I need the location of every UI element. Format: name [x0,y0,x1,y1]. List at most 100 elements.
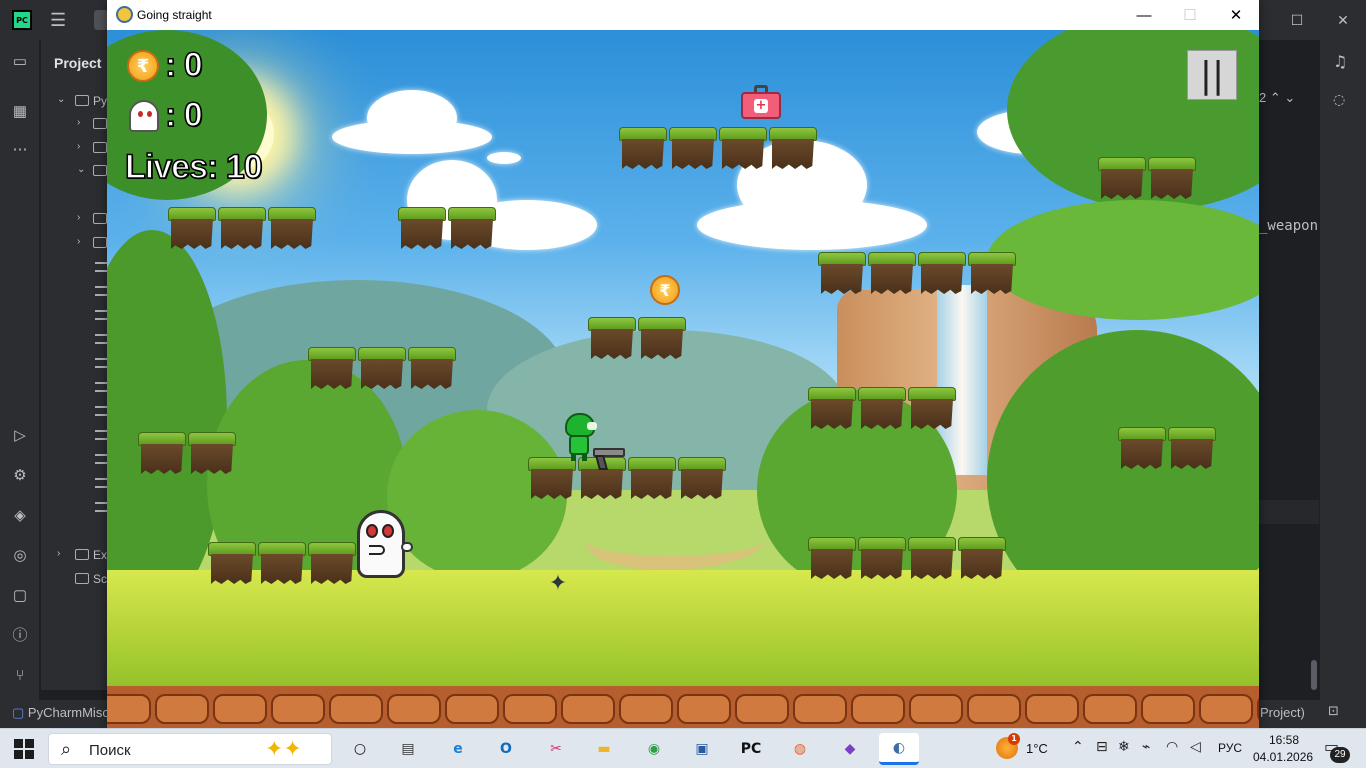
taskbar-firefox-icon[interactable]: ◍ [780,733,820,765]
start-button[interactable] [14,739,34,759]
grass-platform-block [719,127,767,169]
run-tool-icon[interactable]: ▷ [10,426,30,446]
game-close-button[interactable]: ✕ [1213,0,1259,30]
lock-icon[interactable]: ⊡ [1328,704,1339,719]
project-tree-item[interactable]: › [41,137,107,159]
python-console-icon[interactable]: ◈ [10,506,30,526]
status-interpreter[interactable]: Project) [1260,705,1305,720]
taskbar-search[interactable]: ⌕ Поиск ✦✦ [48,733,332,765]
project-tree-item[interactable] [41,376,107,398]
grass-platform-block [858,537,906,579]
terminal-icon[interactable]: ▢ [10,586,30,606]
tree-expand-chevron-icon[interactable]: › [77,141,80,152]
tree-expand-chevron-icon[interactable]: ⌄ [57,94,65,105]
file-icon [95,310,107,320]
prev-occurrence-icon[interactable]: ⌃ [1270,90,1281,105]
grass-platform-block [968,252,1016,294]
tree-expand-chevron-icon[interactable]: ⌄ [77,164,85,175]
hud-ghost-icon [129,100,159,132]
problems-icon[interactable]: ⓘ [10,626,30,646]
project-tree-item[interactable]: › [41,208,107,230]
tree-expand-chevron-icon[interactable]: › [77,212,80,223]
editor-code-fragment[interactable]: _weapon [1259,218,1318,234]
clock-date[interactable]: 04.01.2026 [1253,750,1313,764]
python-packages-icon[interactable]: ⚙ [10,466,30,486]
editor-scrollbar[interactable] [1311,660,1317,690]
project-tree-item[interactable] [41,304,107,326]
structure-tool-icon[interactable]: ▦ [10,102,30,122]
project-tree-item[interactable] [41,280,107,302]
editor-area[interactable] [1259,40,1319,690]
input-language[interactable]: РУС [1218,741,1242,755]
project-tree-item[interactable] [41,400,107,422]
taskbar-snipping-tool-icon[interactable]: ✂ [536,733,576,765]
project-tree-item[interactable]: ⌄ [41,160,107,182]
tree-expand-chevron-icon[interactable]: › [77,117,80,128]
volume-icon[interactable]: ◁ [1190,739,1201,755]
taskbar-task-view-icon[interactable]: ○ [340,733,380,765]
folder-icon [93,213,107,224]
pycharm-logo-icon[interactable]: PC [12,10,32,30]
folder-icon [93,118,107,129]
hud-coin-icon: ₹ [127,50,159,82]
project-tree-item[interactable]: › Ex [41,544,107,566]
search-highlight-sparkle-icon: ✦✦ [265,737,302,762]
project-tree-item[interactable]: ⌄ Py [41,90,107,112]
wifi-icon[interactable]: ◠ [1166,739,1178,755]
project-tree-item[interactable] [41,328,107,350]
game-minimize-button[interactable]: — [1121,0,1167,30]
project-tree-item[interactable]: Sc [41,568,107,590]
tree-expand-chevron-icon[interactable]: › [57,548,60,559]
show-hidden-icons-chevron-icon[interactable]: ⌃ [1072,739,1084,755]
taskbar-chrome-icon[interactable]: ◉ [634,733,674,765]
taskbar-visual-studio-icon[interactable]: ◆ [830,733,870,765]
pause-button[interactable]: || [1187,50,1237,100]
file-icon [95,334,107,344]
grass-platform-block [638,317,686,359]
grass-platform-block [308,347,356,389]
grass-platform-block [908,387,956,429]
taskbar-widgets-icon[interactable]: ▤ [388,733,428,765]
project-tree-item[interactable] [41,424,107,446]
file-icon [95,430,107,440]
project-tool-icon[interactable]: ▭ [10,52,30,72]
more-tools-icon[interactable]: ⋯ [10,140,30,160]
taskbar-outlook-icon[interactable]: O [486,733,526,765]
dirt-path [576,510,778,570]
project-tree-item[interactable] [41,256,107,278]
project-tree-item[interactable] [41,448,107,470]
project-tree-item[interactable] [41,496,107,518]
taskbar-edge-icon[interactable]: e [438,733,478,765]
battery-charging-icon[interactable]: ⌁ [1142,739,1150,755]
taskbar-remote-desktop-icon[interactable]: ▣ [682,733,722,765]
main-menu-icon[interactable]: ☰ [50,10,66,31]
tree-expand-chevron-icon[interactable]: › [77,236,80,247]
project-widget[interactable] [94,10,108,30]
ide-close-button[interactable]: ✕ [1320,0,1366,40]
weather-temperature[interactable]: 1°C [1026,741,1048,756]
grass-platform-block [448,207,496,249]
game-canvas[interactable]: + ₹ ✦ ₹ : 0 : 0 Lives: 10 || [107,30,1259,728]
status-breadcrumb[interactable]: ▢ PyCharmMisc [12,705,109,721]
ide-maximize-button[interactable]: ☐ [1274,0,1320,40]
usb-device-icon[interactable]: ⊟ [1096,739,1108,755]
services-icon[interactable]: ◎ [10,546,30,566]
clock-time[interactable]: 16:58 [1262,733,1306,747]
taskbar-pygame-icon[interactable]: ◐ [879,733,919,765]
ai-assistant-icon[interactable]: ◌ [1333,92,1345,108]
game-window: Going straight — ☐ ✕ + ₹ ✦ ₹: 0: 0 Liv… [107,0,1259,728]
project-tree-item[interactable]: › [41,113,107,135]
notifications-bell-icon[interactable]: ♫ [1333,52,1347,71]
project-tree-item[interactable] [41,472,107,494]
taskbar-pycharm-icon[interactable]: PC [731,733,771,765]
next-occurrence-icon[interactable]: ⌄ [1284,90,1295,105]
project-panel-title[interactable]: Project [54,55,101,71]
git-icon[interactable]: ⑂ [10,666,30,686]
snowflake-icon[interactable]: ❄ [1118,739,1130,755]
project-tree-item[interactable] [41,352,107,374]
taskbar-file-explorer-icon[interactable]: ▬ [584,733,624,765]
cloud [487,152,521,164]
grass-platform-block [218,207,266,249]
grass-platform-block [408,347,456,389]
project-tree-item[interactable]: › [41,232,107,254]
